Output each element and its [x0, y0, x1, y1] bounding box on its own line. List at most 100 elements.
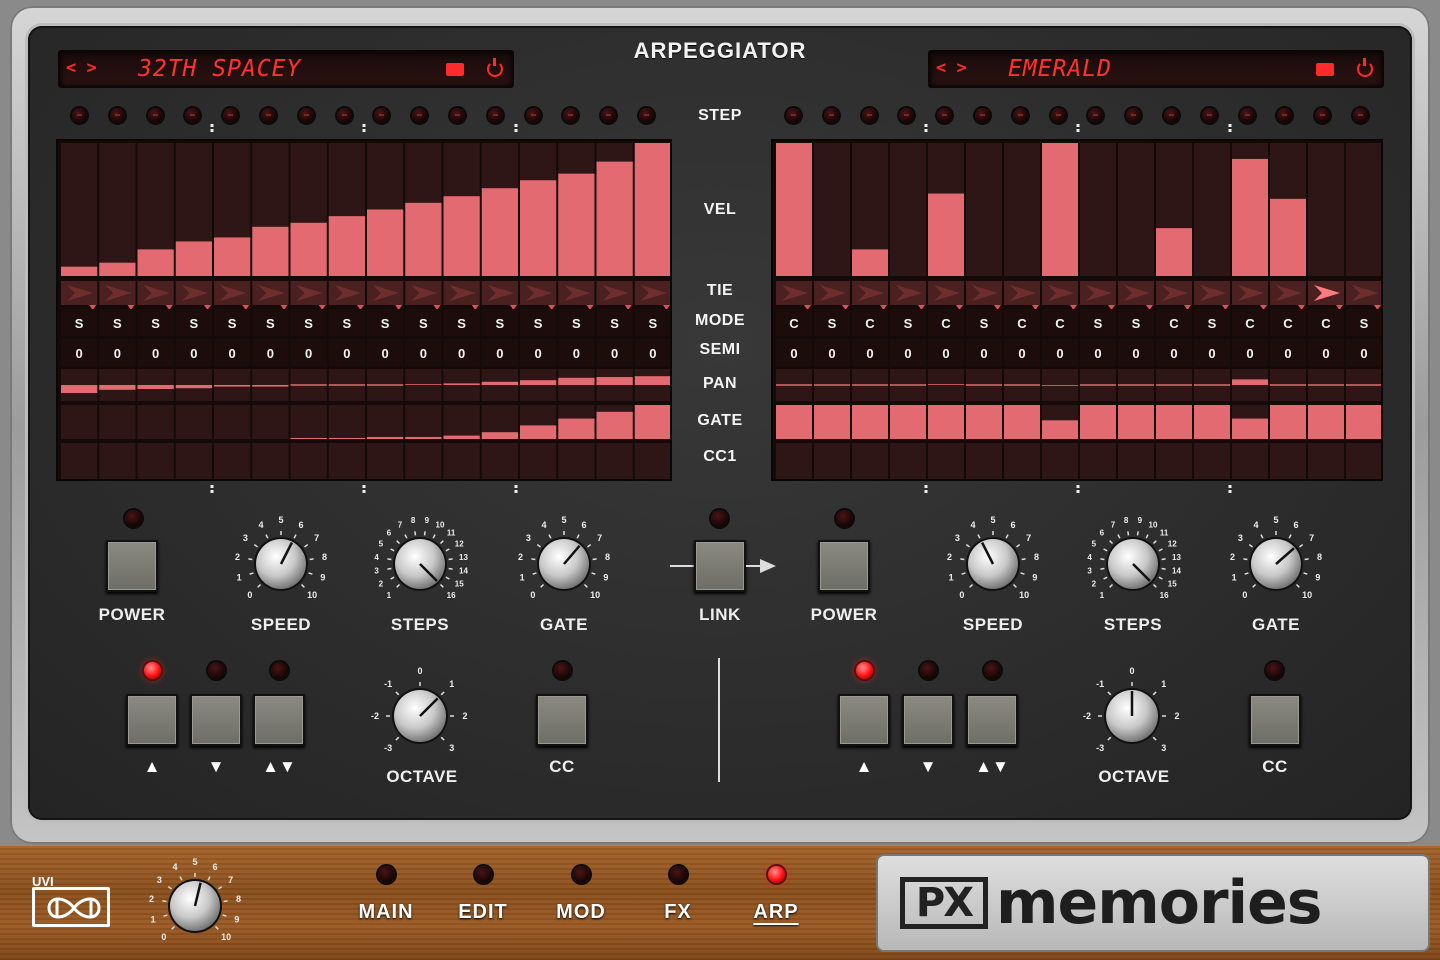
- knob-tick-label: 2: [518, 552, 523, 562]
- right-steps-knob[interactable]: 1234567 8 9 10111213141516: [1077, 510, 1189, 614]
- right-gate-knob[interactable]: 01234 5 678910: [1220, 510, 1332, 614]
- link-button[interactable]: [694, 540, 746, 592]
- knob-tick: [253, 543, 258, 548]
- knob-tick-label: 3: [955, 533, 960, 543]
- knob-tick-label: 5: [192, 857, 197, 867]
- divider: [718, 658, 720, 782]
- left-dir-down-button[interactable]: [190, 694, 242, 746]
- knob-tick-label: 3: [157, 875, 162, 885]
- knob-tick-label: 0: [530, 590, 535, 600]
- knob-tick-label: 4: [1254, 520, 1259, 530]
- knob-tick: [440, 736, 445, 741]
- nav-led-mod: [573, 866, 590, 883]
- right-cc-button[interactable]: [1249, 694, 1301, 746]
- knob-tick: [540, 583, 545, 588]
- knob-tick-label: -2: [371, 711, 379, 721]
- knob-tick-label: 10: [436, 520, 445, 529]
- knob-tick: [1127, 531, 1130, 536]
- right-dir-updown-button[interactable]: [966, 694, 1018, 746]
- knob-tick: [536, 543, 541, 548]
- right-speed-knob[interactable]: 01234 5 678910: [937, 510, 1049, 614]
- arrow-down-icon: ▼: [207, 757, 225, 776]
- knob-tick-label: 6: [1293, 520, 1298, 530]
- beat-marker: [514, 124, 518, 127]
- knob-tick-label: 7: [398, 520, 403, 529]
- knob-tick: [167, 885, 172, 890]
- right-steps-label: STEPS: [1103, 615, 1163, 634]
- knob-tick: [1288, 534, 1292, 539]
- left-octave-knob[interactable]: -3 -2 -1 0 1 2 3: [360, 660, 480, 768]
- knob-tick: [1145, 534, 1149, 539]
- beat-markers: [210, 124, 1232, 493]
- beat-marker: [924, 490, 928, 493]
- knob-tick: [423, 531, 426, 536]
- knob-tick-label: 8: [236, 894, 241, 904]
- knob-tick: [1252, 583, 1257, 588]
- knob-tick-label: 13: [1172, 553, 1181, 562]
- beat-marker: [1228, 490, 1232, 493]
- beat-marker: [1228, 485, 1232, 488]
- left-speed-knob[interactable]: 01234 5 678910: [225, 510, 337, 614]
- left-steps-label: STEPS: [390, 615, 450, 634]
- left-steps-knob[interactable]: 1234567 8 9 10111213141516: [364, 510, 476, 614]
- knob-tick: [218, 885, 223, 890]
- right-octave-knob[interactable]: -3 -2 -1 0 1 2 3: [1072, 660, 1192, 768]
- knob-tick: [387, 567, 392, 570]
- nav-led-fx: [670, 866, 687, 883]
- knob-tick-label: 9: [603, 573, 608, 583]
- knob-tick: [1244, 572, 1249, 575]
- knob-tick-label: 2: [149, 894, 154, 904]
- right-power-button[interactable]: [818, 540, 870, 592]
- nav-arp[interactable]: ARP: [726, 901, 826, 924]
- right-dir-down-button[interactable]: [902, 694, 954, 746]
- left-octave-label: OCTAVE: [386, 767, 458, 786]
- arrow-up-icon: ▲: [143, 757, 161, 776]
- nav-edit[interactable]: EDIT: [433, 901, 533, 924]
- knob-tick-label: 8: [322, 552, 327, 562]
- knob-tick: [222, 914, 227, 917]
- right-dir-up-button[interactable]: [838, 694, 890, 746]
- knob-tick: [445, 548, 450, 552]
- knob-tick: [969, 583, 974, 588]
- left-cc-button[interactable]: [536, 694, 588, 746]
- beat-marker: [210, 129, 214, 132]
- knob-tick-label: 4: [173, 862, 178, 872]
- beat-marker: [1228, 124, 1232, 127]
- knob-tick: [448, 567, 453, 570]
- knob-tick-label: 7: [597, 533, 602, 543]
- knob-tick: [1100, 567, 1105, 570]
- left-dir-updown-button[interactable]: [253, 694, 305, 746]
- knob-tick-label: -3: [1096, 743, 1104, 753]
- left-power-button[interactable]: [106, 540, 158, 592]
- knob-tick-label: 1: [520, 573, 525, 583]
- left-dir-up-button[interactable]: [126, 694, 178, 746]
- knob-tick: [1012, 583, 1017, 588]
- beat-marker: [1076, 129, 1080, 132]
- beat-marker: [362, 124, 366, 127]
- knob-tick: [1109, 583, 1114, 588]
- knob-tick-label: 8: [1124, 516, 1129, 525]
- knob-tick-label: 4: [259, 520, 264, 530]
- knob-tick: [179, 876, 183, 881]
- nav-fx[interactable]: FX: [628, 901, 728, 924]
- knob-tick-label: 3: [526, 533, 531, 543]
- nav-mod[interactable]: MOD: [531, 901, 631, 924]
- knob-tick-label: 2: [1230, 552, 1235, 562]
- knob-tick-label: 0: [247, 590, 252, 600]
- knob-tick-label: 1: [1100, 591, 1105, 600]
- volume-knob[interactable]: 01234 5 678910: [136, 850, 254, 958]
- nav-main[interactable]: MAIN: [336, 901, 436, 924]
- knob-tick-label: 7: [1026, 533, 1031, 543]
- knob-tick-label: 2: [1092, 580, 1097, 589]
- knob-tick: [1161, 567, 1166, 570]
- left-dir-updown-led: [271, 662, 288, 679]
- right-cc-led: [1266, 662, 1283, 679]
- knob-tick: [1152, 540, 1157, 545]
- knob-tick: [439, 540, 444, 545]
- knob-tick: [390, 576, 395, 580]
- knob-tick: [548, 534, 552, 539]
- left-gate-knob[interactable]: 01234 5 678910: [508, 510, 620, 614]
- knob-tick-label: 9: [1138, 516, 1143, 525]
- knob-tick: [977, 534, 981, 539]
- knob-tick-label: 8: [1034, 552, 1039, 562]
